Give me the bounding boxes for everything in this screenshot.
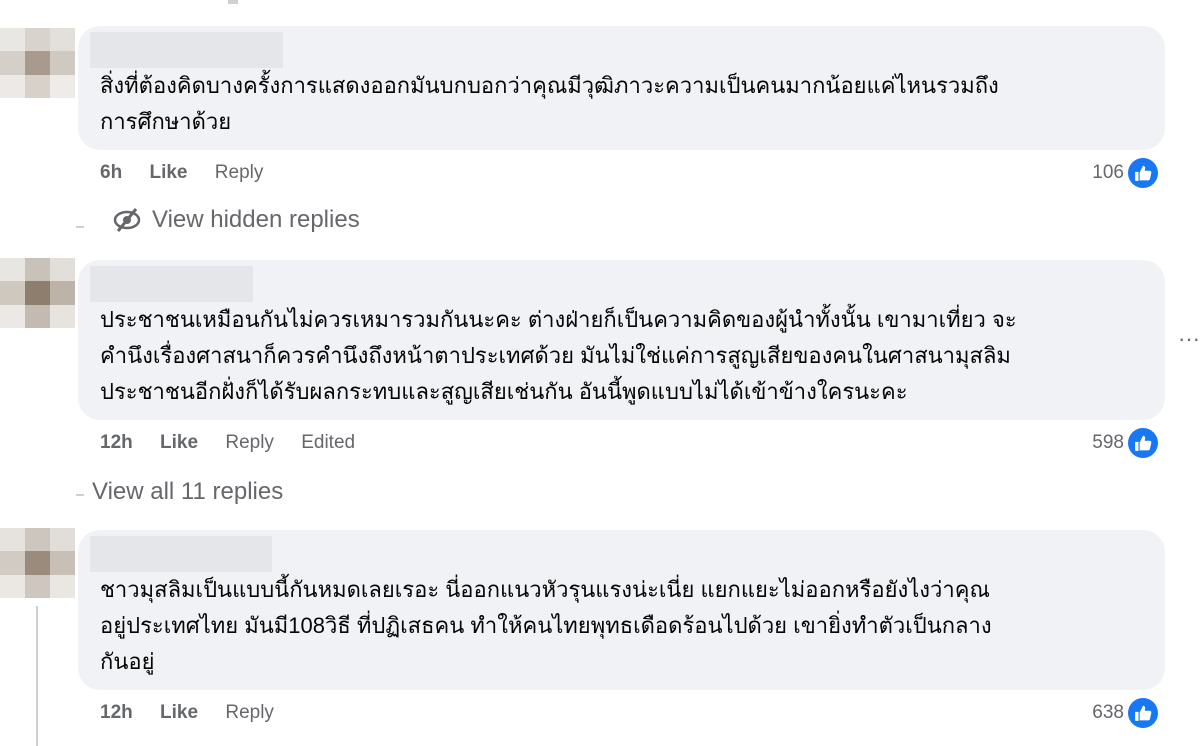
- avatar[interactable]: [0, 258, 75, 328]
- comment-bubble: ชาวมุสลิมเป็นแบบนี้กันหมดเลยเรอะ นี่ออกแ…: [78, 530, 1165, 690]
- commenter-name-redacted[interactable]: [90, 266, 253, 302]
- view-hidden-replies-link[interactable]: View hidden replies: [112, 206, 360, 234]
- thread-connector-top: [228, 0, 238, 4]
- like-button[interactable]: Like: [149, 162, 187, 183]
- reaction-summary[interactable]: 598: [1092, 428, 1158, 458]
- avatar[interactable]: [0, 528, 75, 598]
- comment-actions: 12h Like Reply Edited: [100, 432, 377, 454]
- more-options-button[interactable]: ···: [1178, 326, 1200, 352]
- reaction-count: 106: [1092, 162, 1124, 183]
- comment-text: ชาวมุสลิมเป็นแบบนี้กันหมดเลยเรอะ นี่ออกแ…: [100, 577, 992, 674]
- edited-label[interactable]: Edited: [301, 432, 355, 453]
- commenter-name-redacted[interactable]: [90, 536, 272, 572]
- like-button[interactable]: Like: [160, 702, 198, 723]
- thumbs-up-icon: [1128, 428, 1158, 458]
- thumbs-up-icon: [1128, 698, 1158, 728]
- reply-button[interactable]: Reply: [215, 162, 264, 183]
- timestamp[interactable]: 12h: [100, 432, 133, 453]
- comment-text: ประชาชนเหมือนกันไม่ควรเหมารวมกันนะคะ ต่า…: [100, 307, 1017, 404]
- reply-button[interactable]: Reply: [225, 702, 274, 723]
- view-all-replies-link[interactable]: View all 11 replies: [92, 478, 283, 506]
- reply-button[interactable]: Reply: [225, 432, 274, 453]
- thread-connector: [36, 606, 38, 746]
- thread-connector: [76, 226, 84, 228]
- eye-slash-icon: [112, 207, 142, 233]
- comment-bubble: สิ่งที่ต้องคิดบางครั้งการแสดงออกมันบกบอก…: [78, 26, 1165, 150]
- thumbs-up-icon: [1128, 158, 1158, 188]
- like-button[interactable]: Like: [160, 432, 198, 453]
- comment-actions: 12h Like Reply: [100, 702, 296, 724]
- comment-bubble: ประชาชนเหมือนกันไม่ควรเหมารวมกันนะคะ ต่า…: [78, 260, 1165, 420]
- view-hidden-replies-label: View hidden replies: [152, 206, 360, 233]
- reaction-count: 598: [1092, 432, 1124, 453]
- view-all-replies-label: View all 11 replies: [92, 478, 284, 505]
- avatar[interactable]: [0, 28, 75, 98]
- thread-connector: [76, 494, 84, 496]
- commenter-name-redacted[interactable]: [90, 32, 283, 68]
- reaction-summary[interactable]: 638: [1092, 698, 1158, 728]
- reaction-count: 638: [1092, 702, 1124, 723]
- timestamp[interactable]: 6h: [100, 162, 122, 183]
- timestamp[interactable]: 12h: [100, 702, 133, 723]
- comment-text: สิ่งที่ต้องคิดบางครั้งการแสดงออกมันบกบอก…: [100, 73, 999, 134]
- comment-actions: 6h Like Reply: [100, 162, 285, 184]
- reaction-summary[interactable]: 106: [1092, 158, 1158, 188]
